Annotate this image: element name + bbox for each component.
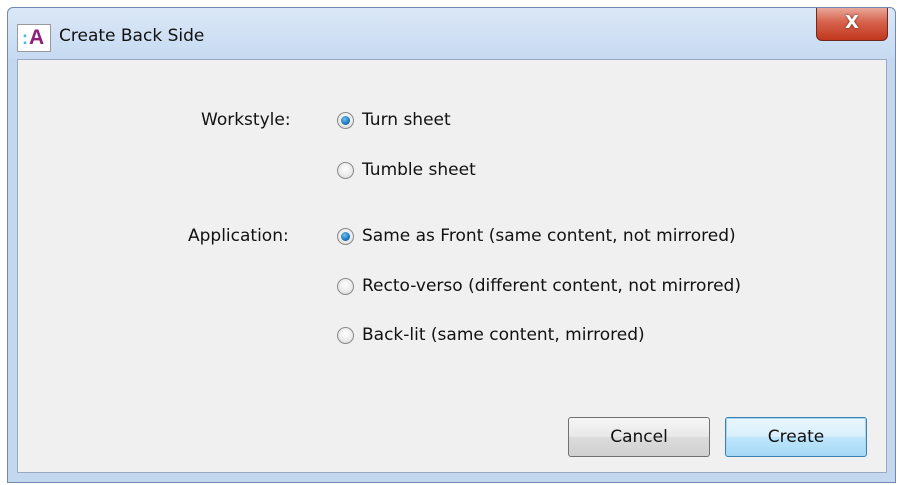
cancel-button[interactable]: Cancel — [568, 417, 710, 457]
create-back-side-dialog: : A Create Back Side X Workstyle: Turn s… — [7, 7, 896, 483]
radio-label-back-lit: Back-lit (same content, mirrored) — [362, 325, 645, 345]
close-icon: X — [845, 12, 859, 33]
radio-label-recto-verso: Recto-verso (different content, not mirr… — [362, 276, 741, 296]
radio-label-same-as-front: Same as Front (same content, not mirrore… — [362, 226, 736, 246]
radio-tumble-sheet[interactable]: Tumble sheet — [337, 158, 476, 182]
app-logo-colon: : — [22, 28, 28, 48]
close-button[interactable]: X — [816, 8, 888, 41]
application-label: Application: — [188, 226, 289, 246]
radio-button[interactable] — [337, 326, 354, 344]
radio-same-as-front[interactable]: Same as Front (same content, not mirrore… — [337, 224, 736, 248]
title-bar[interactable]: : A Create Back Side X — [8, 8, 895, 59]
create-button[interactable]: Create — [725, 417, 867, 457]
radio-button-checked[interactable] — [337, 227, 354, 245]
radio-turn-sheet[interactable]: Turn sheet — [337, 108, 451, 132]
workstyle-label: Workstyle: — [201, 110, 291, 130]
radio-recto-verso[interactable]: Recto-verso (different content, not mirr… — [337, 274, 741, 298]
app-logo-letter: A — [29, 26, 45, 49]
radio-back-lit[interactable]: Back-lit (same content, mirrored) — [337, 323, 645, 347]
dialog-content: Workstyle: Turn sheet Tumble sheet Appli… — [17, 59, 887, 473]
radio-label-tumble-sheet: Tumble sheet — [362, 160, 476, 180]
radio-button-checked[interactable] — [337, 111, 354, 129]
radio-button[interactable] — [337, 161, 354, 179]
window-title: Create Back Side — [59, 26, 205, 46]
radio-label-turn-sheet: Turn sheet — [362, 110, 451, 130]
radio-button[interactable] — [337, 277, 354, 295]
app-logo-icon: : A — [17, 24, 51, 52]
